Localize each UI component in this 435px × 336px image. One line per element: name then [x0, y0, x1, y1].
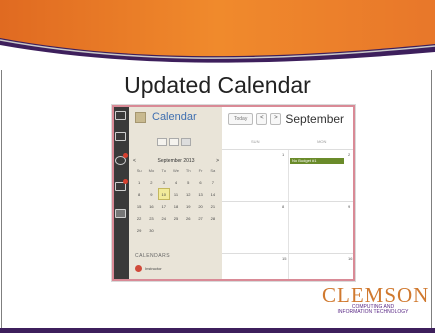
mini-week-row: 22 23 24 25 26 27 28: [133, 212, 219, 224]
mini-week-row: 1 2 3 4 5 6 7: [133, 176, 219, 188]
slide: Updated Calendar Calendar < September 20…: [0, 0, 435, 336]
mini-day[interactable]: 16: [145, 200, 157, 212]
week-row: 8 9: [222, 201, 355, 254]
mini-day[interactable]: 19: [182, 200, 194, 212]
view-agenda-button[interactable]: [181, 138, 191, 146]
calendar-heading: Calendar: [135, 111, 197, 123]
day-divider: [288, 254, 289, 281]
day-number: 2: [348, 152, 351, 157]
mini-calendar-header: < September 2013 >: [133, 158, 219, 164]
mini-day-today[interactable]: 10: [157, 188, 170, 200]
mini-day[interactable]: 3: [158, 176, 170, 188]
logo-wordmark: CLEMSON: [322, 283, 430, 307]
mini-day[interactable]: 5: [182, 176, 194, 188]
prev-month-button[interactable]: <: [256, 113, 268, 125]
weekday: Tu: [161, 168, 166, 173]
mini-week-row: 15 16 17 18 19 20 21: [133, 200, 219, 212]
mini-day[interactable]: 1: [133, 176, 145, 188]
mini-day[interactable]: 2: [145, 176, 157, 188]
mini-day[interactable]: 22: [133, 212, 145, 224]
notification-badge: [123, 153, 128, 158]
calendars-section-label: CALENDARS: [135, 253, 171, 259]
mini-calendar-grid: 1 2 3 4 5 6 7 8 9 10 11 12 13 14 15 16 1…: [133, 176, 219, 236]
calendar-screenshot: Calendar < September 2013 > Su Mo Tu We …: [111, 104, 356, 282]
mini-day[interactable]: 8: [133, 188, 145, 200]
day-divider: [288, 150, 289, 202]
calendar-icon[interactable]: [115, 209, 126, 218]
weekday: Th: [185, 168, 191, 173]
header-banner: [0, 0, 435, 70]
mini-day[interactable]: 17: [158, 200, 170, 212]
mini-week-row: 8 9 10 11 12 13 14: [133, 188, 219, 200]
mini-day[interactable]: 15: [133, 200, 145, 212]
weekday: Sa: [210, 168, 216, 173]
calendar-app-icon: [135, 111, 146, 123]
calendar-event[interactable]: No Budget #1: [290, 158, 344, 164]
day-number: 9: [348, 204, 351, 209]
day-number: 8: [282, 204, 285, 209]
mini-prev-button[interactable]: <: [133, 158, 136, 164]
mini-day[interactable]: 29: [133, 224, 145, 236]
mini-day[interactable]: 28: [207, 212, 219, 224]
month-label: September: [285, 112, 345, 126]
mini-day[interactable]: 27: [194, 212, 206, 224]
mini-day[interactable]: 25: [170, 212, 182, 224]
mini-day[interactable]: 6: [194, 176, 206, 188]
mini-day[interactable]: 12: [182, 188, 194, 200]
mini-day[interactable]: 20: [194, 200, 206, 212]
view-switcher: [157, 138, 191, 146]
calendar-list-item[interactable]: Instructor: [135, 265, 162, 272]
mini-day[interactable]: 14: [207, 188, 219, 200]
day-number: 16: [348, 256, 353, 261]
day-header: MON: [317, 139, 327, 144]
clemson-logo: CLEMSON COMPUTING AND INFORMATION TECHNO…: [322, 283, 430, 315]
notification-badge: [123, 179, 128, 184]
calendar-toolbar: Today < > September: [228, 112, 344, 126]
calendar-list-item-label: Instructor: [145, 266, 162, 271]
mini-day[interactable]: 7: [207, 176, 219, 188]
slide-title: Updated Calendar: [124, 72, 311, 98]
weekday: Fr: [198, 168, 203, 173]
mini-week-row: 29 30: [133, 224, 219, 236]
week-row: 15 16: [222, 253, 355, 281]
mini-day[interactable]: 23: [145, 212, 157, 224]
view-week-button[interactable]: [157, 138, 167, 146]
mini-next-button[interactable]: >: [216, 158, 219, 164]
footer-bar: [0, 328, 435, 333]
mini-weekdays: Su Mo Tu We Th Fr Sa: [133, 168, 219, 173]
day-header: SUN: [251, 139, 260, 144]
view-month-button[interactable]: [169, 138, 179, 146]
mini-day[interactable]: 21: [207, 200, 219, 212]
calendar-color-swatch: [135, 265, 142, 272]
day-headers: SUN MON: [222, 139, 355, 144]
inbox-icon[interactable]: [115, 132, 126, 141]
mini-month-year: September 2013: [157, 158, 195, 164]
mini-day[interactable]: 9: [145, 188, 157, 200]
app-rail: [112, 105, 129, 281]
weekday: Su: [136, 168, 142, 173]
day-divider: [288, 202, 289, 254]
mini-day[interactable]: 18: [170, 200, 182, 212]
day-number: 1: [282, 152, 285, 157]
today-button[interactable]: Today: [228, 113, 254, 125]
calendar-main: Today < > September SUN MON 1 2 8 9 15 1…: [222, 105, 355, 281]
calendar-title: Calendar: [152, 111, 197, 123]
mini-day[interactable]: 24: [158, 212, 170, 224]
logo-subtitle-line2: INFORMATION TECHNOLOGY: [337, 309, 409, 315]
mini-day[interactable]: 30: [145, 224, 157, 236]
calendar-sidebar: Calendar < September 2013 > Su Mo Tu We …: [129, 105, 222, 281]
home-icon[interactable]: [115, 111, 126, 120]
weekday: We: [173, 168, 179, 173]
mini-day[interactable]: 11: [170, 188, 182, 200]
weekday: Mo: [148, 168, 155, 173]
next-month-button[interactable]: >: [270, 113, 282, 125]
week-row: 1 2: [222, 149, 355, 202]
mini-day[interactable]: 26: [182, 212, 194, 224]
mini-day[interactable]: 4: [170, 176, 182, 188]
day-number: 15: [282, 256, 287, 261]
mini-day[interactable]: 13: [194, 188, 206, 200]
